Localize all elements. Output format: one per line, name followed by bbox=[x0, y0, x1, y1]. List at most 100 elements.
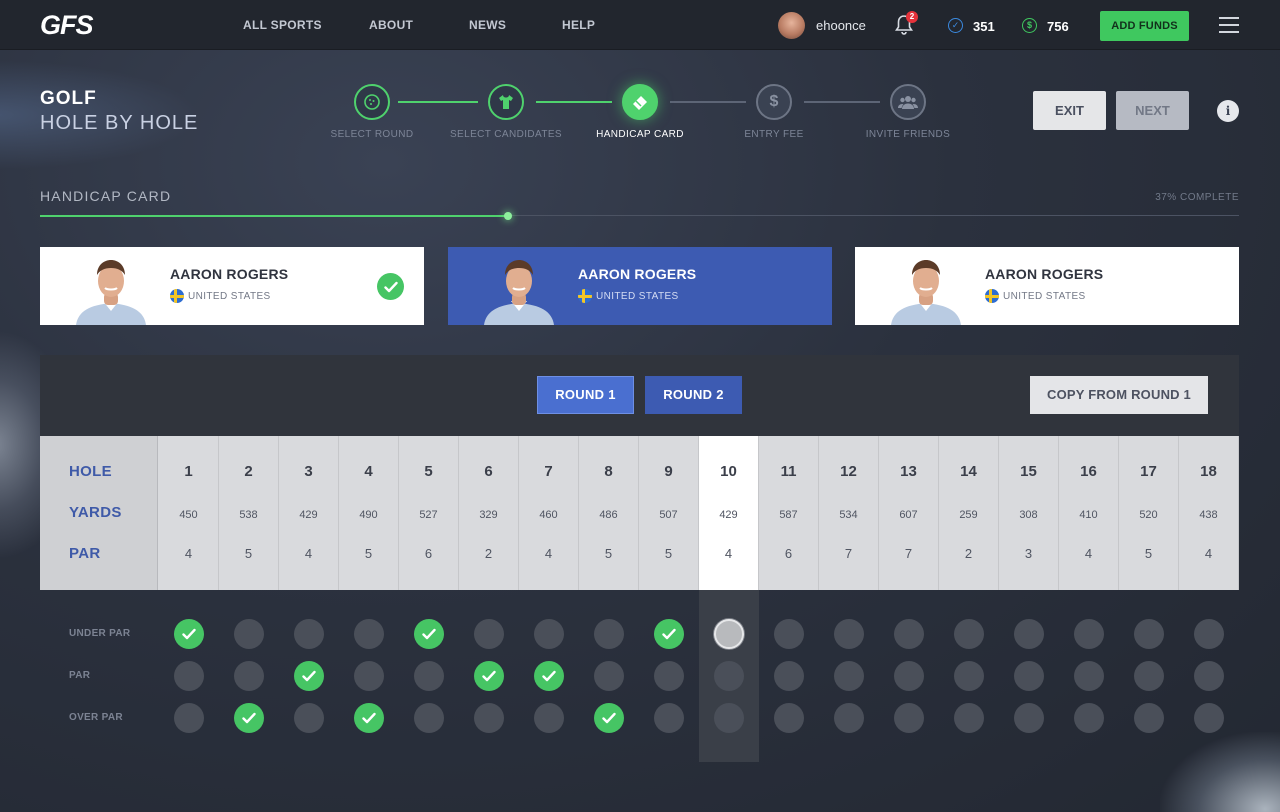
hole-column[interactable]: 18 438 4 bbox=[1179, 436, 1239, 590]
score-option-under-hole-18[interactable] bbox=[1194, 619, 1224, 649]
score-option-under-hole-4[interactable] bbox=[354, 619, 384, 649]
round-2-button[interactable]: ROUND 2 bbox=[645, 376, 742, 414]
score-option-par-hole-2[interactable] bbox=[234, 661, 264, 691]
score-option-par-hole-3[interactable] bbox=[294, 661, 324, 691]
hole-column[interactable]: 8 486 5 bbox=[579, 436, 639, 590]
score-option-par-hole-6[interactable] bbox=[474, 661, 504, 691]
hole-column[interactable]: 5 527 6 bbox=[399, 436, 459, 590]
menu-icon[interactable] bbox=[1219, 17, 1239, 33]
score-option-over-hole-16[interactable] bbox=[1074, 703, 1104, 733]
round-1-button[interactable]: ROUND 1 bbox=[537, 376, 634, 414]
score-option-over-hole-8[interactable] bbox=[594, 703, 624, 733]
score-option-over-hole-1[interactable] bbox=[174, 703, 204, 733]
score-option-under-hole-13[interactable] bbox=[894, 619, 924, 649]
score-option-par-hole-1[interactable] bbox=[174, 661, 204, 691]
step-select-candidates[interactable]: SELECT CANDIDATES bbox=[436, 84, 576, 140]
add-funds-button[interactable]: ADD FUNDS bbox=[1100, 11, 1189, 41]
score-option-under-hole-7[interactable] bbox=[534, 619, 564, 649]
score-option-par-hole-18[interactable] bbox=[1194, 661, 1224, 691]
score-option-par-hole-7[interactable] bbox=[534, 661, 564, 691]
score-option-under-hole-2[interactable] bbox=[234, 619, 264, 649]
score-option-par-hole-17[interactable] bbox=[1134, 661, 1164, 691]
hole-column[interactable]: 9 507 5 bbox=[639, 436, 699, 590]
hole-column[interactable]: 17 520 5 bbox=[1119, 436, 1179, 590]
score-option-under-hole-17[interactable] bbox=[1134, 619, 1164, 649]
score-option-over-hole-13[interactable] bbox=[894, 703, 924, 733]
score-option-over-hole-12[interactable] bbox=[834, 703, 864, 733]
hole-column[interactable]: 12 534 7 bbox=[819, 436, 879, 590]
hole-column[interactable]: 11 587 6 bbox=[759, 436, 819, 590]
score-option-over-hole-4[interactable] bbox=[354, 703, 384, 733]
info-icon[interactable]: i bbox=[1217, 100, 1239, 122]
player-card[interactable]: AARON ROGERS UNITED STATES bbox=[855, 247, 1239, 325]
hole-column[interactable]: 10 429 4 bbox=[699, 436, 759, 590]
nav-all-sports[interactable]: ALL SPORTS bbox=[243, 18, 322, 32]
step-invite-friends[interactable]: INVITE FRIENDS bbox=[838, 84, 978, 140]
score-option-under-hole-5[interactable] bbox=[414, 619, 444, 649]
score-option-over-hole-6[interactable] bbox=[474, 703, 504, 733]
score-option-over-hole-15[interactable] bbox=[1014, 703, 1044, 733]
step-handicap-card[interactable]: HANDICAP CARD bbox=[570, 84, 710, 140]
hole-column[interactable]: 1 450 4 bbox=[159, 436, 219, 590]
score-option-par-hole-16[interactable] bbox=[1074, 661, 1104, 691]
hole-column[interactable]: 2 538 5 bbox=[219, 436, 279, 590]
score-option-over-hole-10[interactable] bbox=[714, 703, 744, 733]
score-option-under-hole-12[interactable] bbox=[834, 619, 864, 649]
score-option-par-hole-8[interactable] bbox=[594, 661, 624, 691]
score-option-over-hole-3[interactable] bbox=[294, 703, 324, 733]
nav-help[interactable]: HELP bbox=[562, 18, 595, 32]
copy-from-round-button[interactable]: COPY FROM ROUND 1 bbox=[1030, 376, 1208, 414]
score-option-under-hole-3[interactable] bbox=[294, 619, 324, 649]
score-option-under-hole-8[interactable] bbox=[594, 619, 624, 649]
score-option-par-hole-4[interactable] bbox=[354, 661, 384, 691]
hole-column[interactable]: 6 329 2 bbox=[459, 436, 519, 590]
score-option-par-hole-5[interactable] bbox=[414, 661, 444, 691]
hole-par: 5 bbox=[664, 546, 673, 561]
nav-about[interactable]: ABOUT bbox=[369, 18, 413, 32]
score-option-under-hole-9[interactable] bbox=[654, 619, 684, 649]
score-option-par-hole-12[interactable] bbox=[834, 661, 864, 691]
hole-column[interactable]: 16 410 4 bbox=[1059, 436, 1119, 590]
score-option-par-hole-13[interactable] bbox=[894, 661, 924, 691]
username[interactable]: ehoonce bbox=[816, 18, 866, 33]
player-card[interactable]: AARON ROGERS UNITED STATES bbox=[448, 247, 832, 325]
exit-button[interactable]: EXIT bbox=[1033, 91, 1106, 130]
score-option-over-hole-14[interactable] bbox=[954, 703, 984, 733]
score-option-par-hole-10[interactable] bbox=[714, 661, 744, 691]
score-option-under-hole-14[interactable] bbox=[954, 619, 984, 649]
score-option-over-hole-18[interactable] bbox=[1194, 703, 1224, 733]
score-option-under-hole-6[interactable] bbox=[474, 619, 504, 649]
hole-column[interactable]: 15 308 3 bbox=[999, 436, 1059, 590]
hole-column[interactable]: 4 490 5 bbox=[339, 436, 399, 590]
score-option-under-hole-11[interactable] bbox=[774, 619, 804, 649]
background-splash-right bbox=[1160, 732, 1280, 812]
par-label: PAR bbox=[69, 670, 91, 681]
score-option-under-hole-15[interactable] bbox=[1014, 619, 1044, 649]
score-option-over-hole-9[interactable] bbox=[654, 703, 684, 733]
hole-column[interactable]: 3 429 4 bbox=[279, 436, 339, 590]
score-option-over-hole-5[interactable] bbox=[414, 703, 444, 733]
brand-logo[interactable]: GFS bbox=[40, 10, 94, 41]
score-option-par-hole-15[interactable] bbox=[1014, 661, 1044, 691]
avatar[interactable] bbox=[778, 12, 805, 39]
hole-number: 3 bbox=[304, 463, 313, 480]
score-option-over-hole-17[interactable] bbox=[1134, 703, 1164, 733]
completion-text: 37% COMPLETE bbox=[1155, 192, 1239, 203]
hole-column[interactable]: 13 607 7 bbox=[879, 436, 939, 590]
score-option-par-hole-14[interactable] bbox=[954, 661, 984, 691]
score-option-under-hole-1[interactable] bbox=[174, 619, 204, 649]
score-option-par-hole-9[interactable] bbox=[654, 661, 684, 691]
step-select-round[interactable]: SELECT ROUND bbox=[302, 84, 442, 140]
step-entry-fee[interactable]: $ ENTRY FEE bbox=[704, 84, 844, 140]
nav-news[interactable]: NEWS bbox=[469, 18, 506, 32]
score-option-under-hole-16[interactable] bbox=[1074, 619, 1104, 649]
score-option-over-hole-2[interactable] bbox=[234, 703, 264, 733]
next-button[interactable]: NEXT bbox=[1116, 91, 1189, 130]
score-option-over-hole-11[interactable] bbox=[774, 703, 804, 733]
score-option-over-hole-7[interactable] bbox=[534, 703, 564, 733]
hole-column[interactable]: 7 460 4 bbox=[519, 436, 579, 590]
player-card[interactable]: AARON ROGERS UNITED STATES bbox=[40, 247, 424, 325]
hole-column[interactable]: 14 259 2 bbox=[939, 436, 999, 590]
score-option-par-hole-11[interactable] bbox=[774, 661, 804, 691]
score-option-under-hole-10[interactable] bbox=[714, 619, 744, 649]
